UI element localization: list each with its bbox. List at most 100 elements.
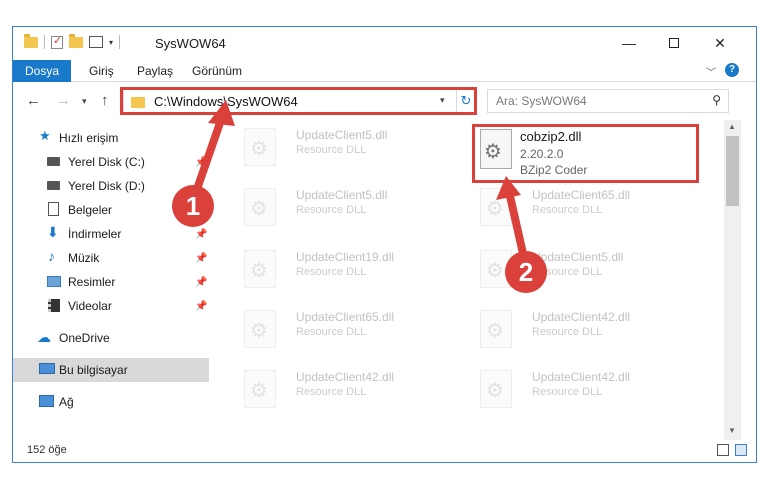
file-description: Resource DLL [296, 326, 367, 338]
pin-icon[interactable]: 📌 [195, 253, 207, 264]
navigation-pane: ★ Hızlı erişim Yerel Disk (C:) 📌 Yerel D… [13, 120, 211, 440]
file-item[interactable]: ⚙ UpdateClient42.dll Resource DLL [474, 308, 694, 352]
sidebar-item-this-pc[interactable]: Bu bilgisayar [13, 358, 209, 382]
properties-check-icon[interactable] [51, 34, 63, 49]
new-folder-icon[interactable] [69, 33, 83, 48]
file-name: UpdateClient5.dll [296, 128, 388, 142]
file-item[interactable]: ⚙ UpdateClient5.dll Resource DLL [238, 126, 458, 170]
tab-paylas[interactable]: Paylaş [125, 60, 185, 82]
sidebar-item-pictures[interactable]: Resimler 📌 [13, 270, 209, 294]
pin-icon[interactable]: 📌 [195, 229, 207, 240]
gear-icon: ⚙ [250, 320, 268, 342]
sidebar-item-label: Yerel Disk (D:) [68, 179, 145, 193]
file-name: cobzip2.dll [520, 129, 582, 144]
file-item[interactable]: ⚙ UpdateClient5.dll Resource DLL [238, 186, 458, 230]
view-properties-icon[interactable] [89, 36, 103, 48]
forward-arrow-icon[interactable]: → [56, 92, 71, 109]
file-name: UpdateClient42.dll [296, 370, 395, 384]
sidebar-item-label: İndirmeler [68, 227, 122, 241]
address-bar[interactable]: C:\Windows\SysWOW64 ▾ ↻ [123, 89, 475, 113]
file-name: UpdateClient65.dll [296, 310, 395, 324]
quick-access-dropdown-icon[interactable]: ▾ [109, 38, 113, 47]
sidebar-item-onedrive[interactable]: ☁ OneDrive [13, 326, 209, 350]
gear-icon: ⚙ [250, 138, 268, 160]
toolbar-separator [119, 35, 121, 49]
sidebar-item-label: Yerel Disk (C:) [68, 155, 145, 169]
search-box[interactable]: ⚲ [487, 89, 729, 113]
search-input[interactable] [496, 93, 696, 109]
sidebar-item-quick-access[interactable]: ★ Hızlı erişim [13, 126, 209, 150]
file-item[interactable]: ⚙ UpdateClient65.dll Resource DLL [238, 308, 458, 352]
folder-icon [131, 97, 145, 108]
file-description: Resource DLL [296, 266, 367, 278]
sidebar-item-network[interactable]: Ağ [13, 390, 209, 414]
vertical-scrollbar[interactable]: ▲ ▼ [724, 120, 741, 440]
music-icon: ♪ [48, 248, 55, 264]
gear-icon: ⚙ [250, 198, 268, 220]
file-description: Resource DLL [296, 144, 367, 156]
help-icon[interactable]: ? [725, 63, 739, 77]
file-description: Resource DLL [296, 204, 367, 216]
close-button[interactable]: ✕ [706, 33, 734, 53]
file-name: UpdateClient42.dll [532, 370, 631, 384]
sidebar-item-label: Müzik [68, 251, 100, 265]
pin-icon[interactable]: 📌 [195, 277, 207, 288]
network-icon [39, 395, 54, 407]
file-item-cobzip2[interactable]: ⚙ cobzip2.dll 2.20.2.0 BZip2 Coder [478, 127, 696, 183]
file-item[interactable]: ⚙ UpdateClient65.dll Resource DLL [474, 186, 694, 230]
star-icon: ★ [39, 128, 51, 143]
scroll-down-icon[interactable]: ▼ [728, 426, 736, 435]
drive-icon [47, 157, 60, 166]
file-description: Resource DLL [532, 326, 603, 338]
refresh-icon[interactable]: ↻ [456, 90, 475, 112]
pin-icon[interactable]: 📌 [195, 301, 207, 312]
file-item[interactable]: ⚙ UpdateClient19.dll Resource DLL [238, 248, 458, 292]
gear-icon: ⚙ [486, 380, 504, 402]
recent-locations-chevron-icon[interactable]: ▾ [82, 96, 87, 107]
details-view-icon[interactable] [717, 444, 729, 456]
pin-icon[interactable]: 📌 [195, 157, 207, 168]
maximize-icon [669, 38, 679, 48]
ribbon-expand-icon[interactable]: ﹀ [706, 64, 716, 79]
status-bar: 152 öğe [13, 440, 756, 462]
scroll-thumb[interactable] [726, 136, 739, 206]
video-icon [48, 299, 60, 312]
address-path[interactable]: C:\Windows\SysWOW64 [154, 94, 298, 109]
sidebar-item-label: Videolar [68, 299, 112, 313]
scroll-up-icon[interactable]: ▲ [728, 122, 736, 131]
sidebar-item-music[interactable]: ♪ Müzik 📌 [13, 246, 209, 270]
sidebar-item-label: Hızlı erişim [59, 131, 119, 145]
file-item[interactable]: ⚙ UpdateClient42.dll Resource DLL [474, 368, 694, 412]
file-item[interactable]: ⚙ UpdateClient42.dll Resource DLL [238, 368, 458, 412]
computer-icon [39, 363, 55, 374]
back-arrow-icon[interactable]: ← [26, 92, 41, 109]
tab-gorunum[interactable]: Görünüm [180, 60, 254, 82]
gear-icon: ⚙ [250, 380, 268, 402]
minimize-button[interactable]: — [615, 33, 643, 53]
sidebar-item-local-disk-c[interactable]: Yerel Disk (C:) 📌 [13, 150, 209, 174]
file-description: Resource DLL [296, 386, 367, 398]
toolbar-separator [44, 35, 45, 49]
address-dropdown-icon[interactable]: ▾ [440, 95, 445, 106]
sidebar-item-downloads[interactable]: ⬇ İndirmeler 📌 [13, 222, 209, 246]
folder-icon[interactable] [24, 33, 38, 48]
cloud-icon: ☁ [37, 329, 51, 345]
file-description: Resource DLL [532, 204, 603, 216]
download-icon: ⬇ [47, 224, 59, 240]
sidebar-item-label: OneDrive [59, 331, 110, 345]
large-icons-view-icon[interactable] [735, 444, 747, 456]
sidebar-item-label: Bu bilgisayar [59, 363, 128, 377]
sidebar-item-label: Belgeler [68, 203, 113, 217]
maximize-button[interactable] [660, 33, 688, 53]
file-name: UpdateClient65.dll [532, 188, 631, 202]
tab-giris[interactable]: Giriş [77, 60, 126, 82]
file-description: BZip2 Coder [520, 163, 588, 177]
file-name: UpdateClient5.dll [296, 188, 388, 202]
sidebar-item-videos[interactable]: Videolar 📌 [13, 294, 209, 318]
search-icon[interactable]: ⚲ [712, 93, 721, 107]
tab-dosya[interactable]: Dosya [13, 60, 72, 82]
window-title: SysWOW64 [155, 36, 226, 51]
up-arrow-icon[interactable]: ↑ [101, 92, 109, 109]
ribbon-tabs: Dosya Giriş Paylaş Görünüm [13, 60, 756, 82]
annotation-step-1-badge: 1 [172, 185, 214, 227]
